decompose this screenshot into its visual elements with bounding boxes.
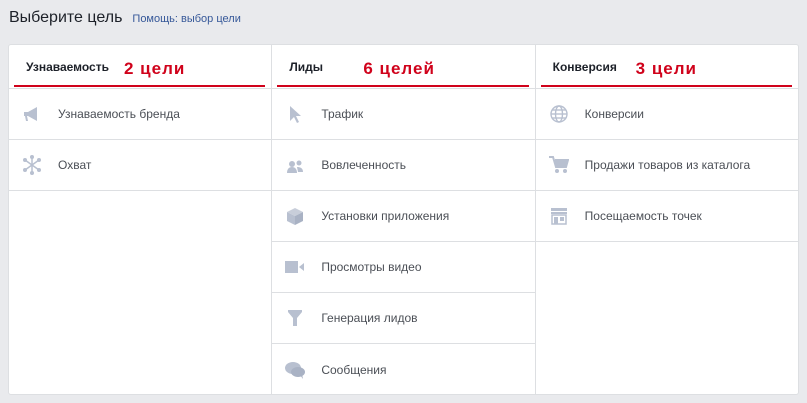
objective-conversions[interactable]: Конверсии bbox=[535, 89, 798, 140]
store-icon bbox=[549, 206, 569, 226]
cursor-icon bbox=[285, 104, 305, 124]
objective-video-views[interactable]: Просмотры видео bbox=[272, 242, 535, 293]
column-header: Лиды 6 целей bbox=[272, 45, 535, 89]
objective-catalog-sales[interactable]: Продажи товаров из каталога bbox=[535, 140, 798, 191]
column-title: Узнаваемость bbox=[26, 59, 109, 74]
column-title: Лиды bbox=[289, 59, 323, 74]
column-awareness: Узнаваемость 2 цели Узнаваемость бренда … bbox=[9, 45, 273, 394]
box-icon bbox=[285, 206, 305, 226]
globe-icon bbox=[549, 104, 569, 124]
annotation-underline bbox=[277, 85, 529, 87]
reach-icon bbox=[22, 155, 42, 175]
annotation-underline bbox=[14, 85, 266, 87]
column-title: Конверсия bbox=[552, 59, 617, 74]
page-header: Выберите цель Помощь: выбор цели bbox=[9, 9, 241, 27]
funnel-icon bbox=[285, 308, 305, 328]
help-link[interactable]: Помощь: выбор цели bbox=[132, 13, 240, 25]
count-annotation: 2 цели bbox=[124, 59, 186, 78]
column-header: Узнаваемость 2 цели bbox=[9, 45, 272, 89]
page-title: Выберите цель bbox=[9, 9, 123, 26]
objective-label: Вовлеченность bbox=[321, 158, 406, 172]
count-annotation: 6 целей bbox=[363, 59, 435, 78]
column-conversion: Конверсия 3 цели Конверсии Продажи товар… bbox=[535, 45, 798, 394]
objective-messages[interactable]: Сообщения bbox=[272, 344, 534, 395]
objective-label: Посещаемость точек bbox=[584, 209, 702, 223]
objective-label: Просмотры видео bbox=[321, 260, 422, 274]
objective-label: Продажи товаров из каталога bbox=[584, 158, 751, 172]
objective-reach[interactable]: Охват bbox=[9, 140, 272, 191]
video-camera-icon bbox=[285, 257, 305, 277]
objective-panel: Узнаваемость 2 цели Узнаваемость бренда … bbox=[8, 44, 799, 395]
chat-bubbles-icon bbox=[285, 360, 306, 380]
people-icon bbox=[285, 155, 305, 175]
objective-label: Узнаваемость бренда bbox=[58, 107, 180, 121]
megaphone-icon bbox=[22, 104, 42, 124]
objective-brand-awareness[interactable]: Узнаваемость бренда bbox=[9, 89, 272, 140]
objective-label: Сообщения bbox=[321, 362, 387, 377]
column-header: Конверсия 3 цели bbox=[535, 45, 798, 89]
objective-lead-generation[interactable]: Генерация лидов bbox=[272, 293, 535, 344]
objective-app-installs[interactable]: Установки приложения bbox=[272, 191, 535, 242]
count-annotation: 3 цели bbox=[635, 59, 697, 78]
objective-label: Трафик bbox=[321, 107, 364, 121]
objective-traffic[interactable]: Трафик bbox=[272, 89, 535, 140]
annotation-underline bbox=[540, 85, 792, 87]
column-leads: Лиды 6 целей Трафик Вовлеченность Устано… bbox=[272, 45, 536, 395]
cart-icon bbox=[548, 155, 569, 175]
objective-label: Генерация лидов bbox=[321, 311, 418, 325]
objective-store-visits[interactable]: Посещаемость точек bbox=[535, 191, 798, 242]
objective-label: Конверсии bbox=[584, 107, 644, 121]
objective-label: Охват bbox=[58, 158, 92, 172]
objective-label: Установки приложения bbox=[321, 209, 450, 223]
objective-engagement[interactable]: Вовлеченность bbox=[272, 140, 535, 191]
